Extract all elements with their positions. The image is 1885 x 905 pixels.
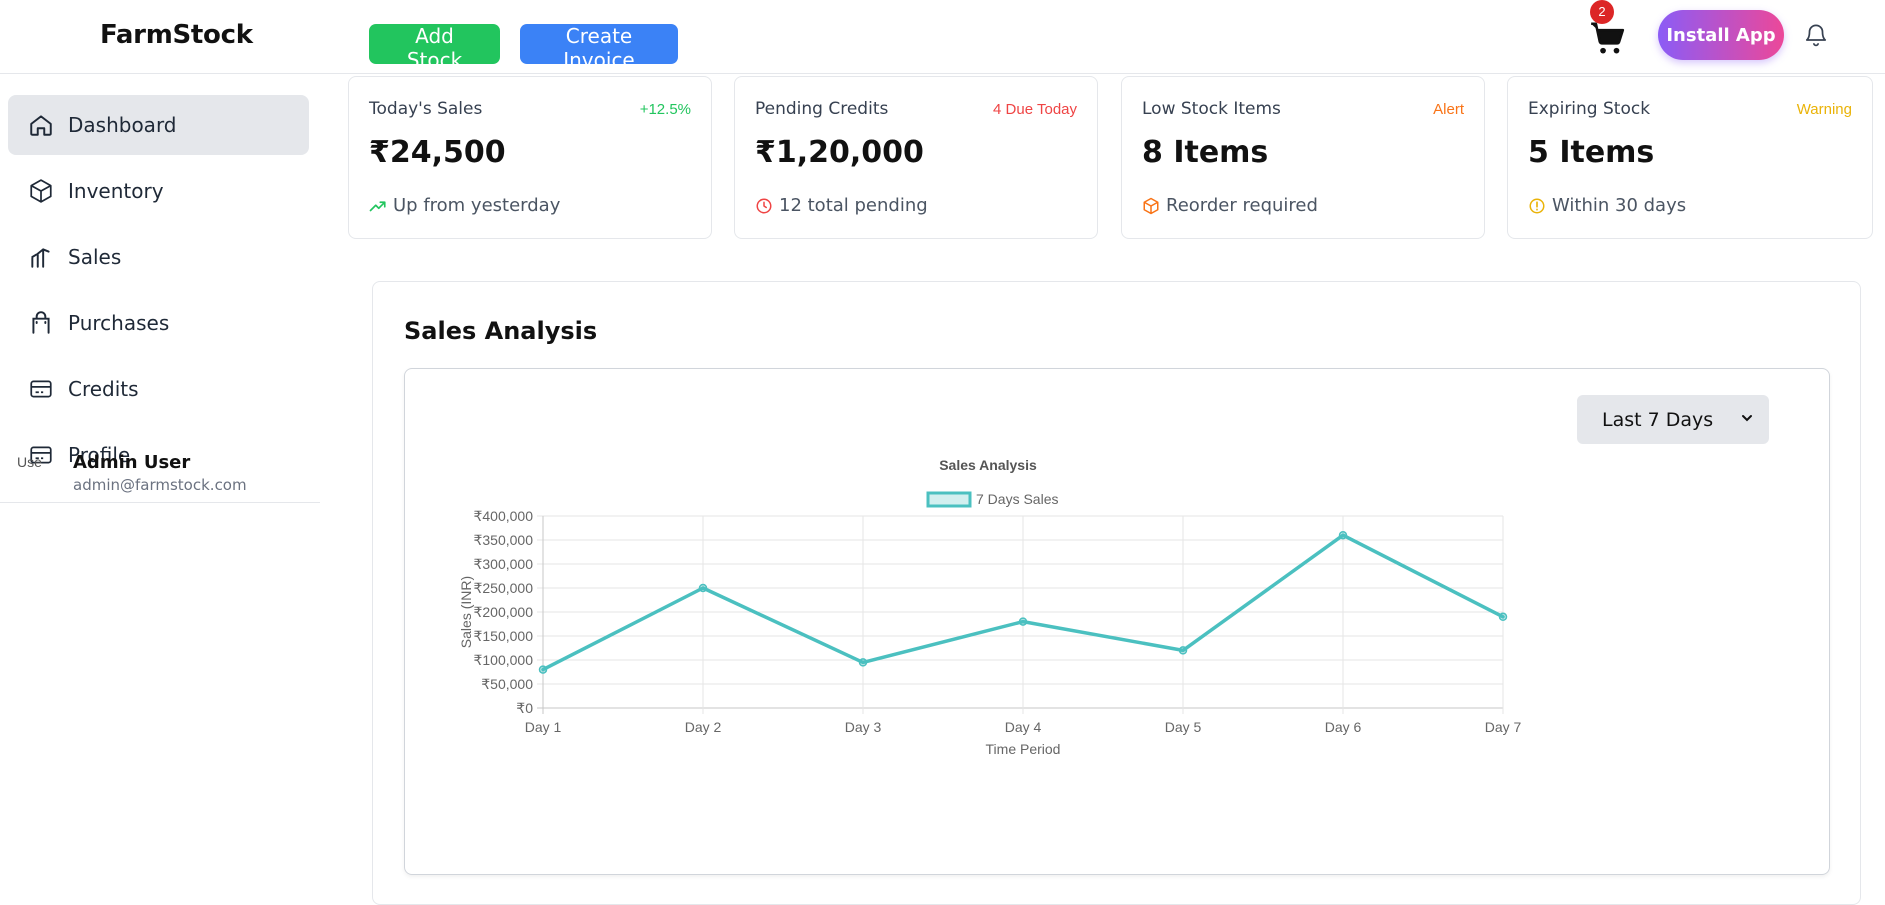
sidebar-item-label: Inventory <box>68 179 164 203</box>
card-foot-text: Reorder required <box>1166 195 1318 216</box>
data-point <box>1338 530 1348 540</box>
top-bar: FarmStock Add Stock Create Invoice 2 Ins… <box>0 0 1885 74</box>
sales-analysis-panel: Sales Analysis Last 7 Days Sales Analysi… <box>372 281 1861 905</box>
y-tick-label: ₹250,000 <box>473 580 533 596</box>
data-point <box>858 658 868 667</box>
x-tick-label: Day 7 <box>1485 719 1522 735</box>
y-tick-label: ₹100,000 <box>473 652 533 668</box>
brand-logo[interactable]: FarmStock <box>100 20 253 50</box>
stat-card-pending-credits[interactable]: Pending Credits 4 Due Today ₹1,20,000 12… <box>734 76 1098 239</box>
panel-title: Sales Analysis <box>404 317 598 345</box>
sidebar-item-dashboard[interactable]: Dashboard <box>8 95 309 155</box>
card-tag: +12.5% <box>639 101 691 118</box>
home-icon <box>30 115 52 136</box>
trending-up-icon <box>369 200 386 211</box>
sidebar-item-inventory[interactable]: Inventory <box>8 161 309 221</box>
sidebar-item-sales[interactable]: Sales <box>8 227 309 287</box>
sidebar-item-label: Sales <box>68 245 122 269</box>
data-point <box>1498 612 1508 622</box>
create-invoice-button[interactable]: Create Invoice <box>520 24 678 72</box>
card-foot-text: 12 total pending <box>779 195 928 216</box>
data-point <box>698 583 708 593</box>
card-value: ₹24,500 <box>369 135 506 170</box>
card-foot-text: Up from yesterday <box>393 195 561 216</box>
chart-title: Sales Analysis <box>939 457 1037 473</box>
sidebar-divider <box>0 502 320 503</box>
card-title: Pending Credits <box>755 99 889 119</box>
y-tick-label: ₹0 <box>516 700 533 716</box>
y-tick-label: ₹350,000 <box>473 532 533 548</box>
cart-count-badge: 2 <box>1590 0 1614 24</box>
card-foot: Up from yesterday <box>369 195 560 216</box>
card-value: ₹1,20,000 <box>755 135 924 170</box>
card-foot-text: Within 30 days <box>1552 195 1687 216</box>
install-app-button[interactable]: Install App <box>1658 10 1784 60</box>
bar-chart-icon <box>31 248 50 268</box>
sidebar-item-credits[interactable]: Credits <box>8 359 309 419</box>
user-name: Admin User <box>73 452 191 473</box>
bell-icon[interactable] <box>1803 20 1829 48</box>
box-icon <box>1143 197 1159 214</box>
stat-card-low-stock[interactable]: Low Stock Items Alert 8 Items Reorder re… <box>1121 76 1485 239</box>
card-tag: 4 Due Today <box>993 101 1077 118</box>
x-tick-label: Day 2 <box>685 719 722 735</box>
sidebar-item-purchases[interactable]: Purchases <box>8 293 309 353</box>
cart-icon[interactable] <box>1588 18 1626 58</box>
card-value: 8 Items <box>1142 135 1269 170</box>
y-tick-label: ₹200,000 <box>473 604 533 620</box>
add-stock-button[interactable]: Add Stock <box>369 24 500 72</box>
x-tick-label: Day 5 <box>1165 719 1202 735</box>
card-title: Low Stock Items <box>1142 99 1281 119</box>
card-value: 5 Items <box>1528 135 1655 170</box>
data-point <box>538 665 548 674</box>
alert-circle-icon <box>1529 198 1545 213</box>
data-point <box>1018 617 1028 626</box>
y-tick-label: ₹400,000 <box>473 508 533 524</box>
card-foot: Within 30 days <box>1528 195 1686 216</box>
sidebar-item-label: Dashboard <box>68 113 177 137</box>
legend-label: 7 Days Sales <box>976 491 1058 507</box>
shopping-bag-icon <box>32 311 50 334</box>
card-foot: 12 total pending <box>755 195 928 216</box>
x-tick-label: Day 6 <box>1325 719 1362 735</box>
card-title: Expiring Stock <box>1528 99 1651 119</box>
legend-swatch <box>926 491 972 508</box>
chart-container: Last 7 Days Sales Analysis 7 Days Sales ₹0… <box>404 368 1830 875</box>
clock-icon <box>756 198 772 213</box>
card-foot: Reorder required <box>1142 195 1318 216</box>
y-axis-title: Sales (INR) <box>458 576 474 648</box>
stat-card-todays-sales[interactable]: Today's Sales +12.5% ₹24,500 Up from yes… <box>348 76 712 239</box>
card-title: Today's Sales <box>369 99 483 119</box>
x-tick-label: Day 3 <box>845 719 882 735</box>
x-axis-title: Time Period <box>986 741 1061 757</box>
y-tick-label: ₹50,000 <box>481 676 533 692</box>
y-tick-label: ₹150,000 <box>473 628 533 644</box>
sales-line-chart: Sales Analysis 7 Days Sales ₹0 ₹50,000 ₹100,… <box>458 457 1522 757</box>
x-tick-label: Day 4 <box>1005 719 1042 735</box>
card-tag: Alert <box>1433 101 1464 118</box>
user-email: admin@farmstock.com <box>73 476 247 494</box>
sidebar-item-label: Purchases <box>68 311 170 335</box>
sidebar-item-label: Credits <box>68 377 139 401</box>
x-tick-label: Day 1 <box>525 719 562 735</box>
y-tick-label: ₹300,000 <box>473 556 533 572</box>
box-icon <box>30 179 52 203</box>
credit-card-icon <box>30 380 52 398</box>
avatar[interactable]: Use <box>17 453 51 491</box>
data-point <box>1178 646 1188 655</box>
card-tag: Warning <box>1796 101 1852 118</box>
stat-card-expiring-stock[interactable]: Expiring Stock Warning 5 Items Within 30… <box>1507 76 1873 239</box>
